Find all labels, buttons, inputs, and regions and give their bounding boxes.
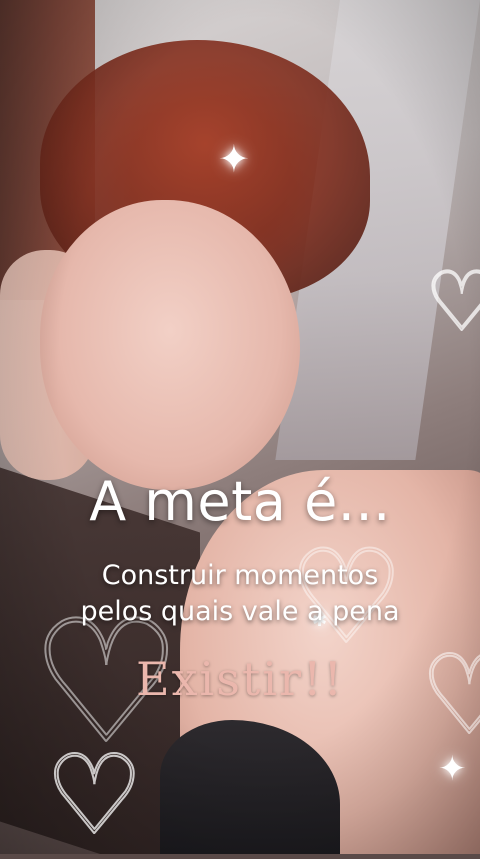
sparkle-icon: ✦ [218, 137, 250, 181]
heart-icon: ♡ [424, 255, 480, 350]
caption-line: pelos quais vale a pena [80, 596, 400, 627]
caption-final: Existir!! [136, 652, 344, 706]
caption-title: A meta é... [89, 470, 391, 533]
caption-line: Construir momentos [101, 560, 379, 591]
heart-icon: ♡ [44, 731, 145, 859]
